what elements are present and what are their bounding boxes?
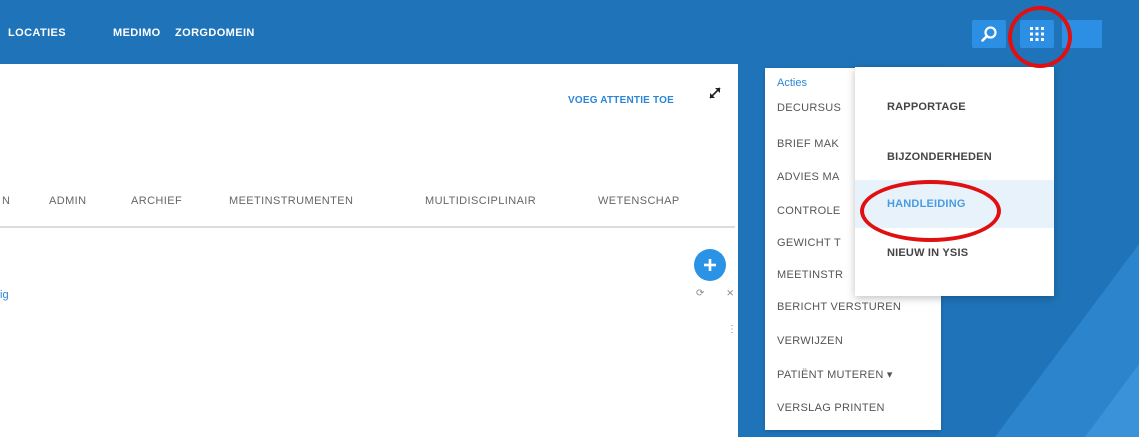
partial-link[interactable]: ig bbox=[0, 289, 9, 301]
action-advies-maken[interactable]: ADVIES MA bbox=[777, 171, 840, 183]
menu-item-nieuw-in-ysis[interactable]: NIEUW IN YSIS bbox=[855, 229, 1054, 277]
top-navigation-bar: LOCATIES MEDIMO ZORGDOMEIN bbox=[0, 0, 1139, 64]
tab-wetenschap[interactable]: WETENSCHAP bbox=[598, 195, 680, 207]
more-icon[interactable]: ⋮ bbox=[727, 324, 737, 335]
apps-menu-button[interactable] bbox=[1020, 20, 1054, 48]
tab-meetinstrumenten[interactable]: MEETINSTRUMENTEN bbox=[229, 195, 353, 207]
refresh-icon[interactable]: ⟳ bbox=[696, 288, 704, 299]
actions-header: Acties bbox=[777, 77, 807, 89]
apps-dropdown-menu: RAPPORTAGE BIJZONDERHEDEN HANDLEIDING NI… bbox=[855, 67, 1054, 296]
nav-link-medimo[interactable]: MEDIMO bbox=[113, 27, 161, 39]
add-button[interactable] bbox=[694, 249, 726, 281]
add-attention-link[interactable]: VOEG ATTENTIE TOE bbox=[568, 95, 674, 106]
action-meetinstrumenten[interactable]: MEETINSTR bbox=[777, 269, 843, 281]
action-bericht-versturen[interactable]: BERICHT VERSTUREN bbox=[777, 301, 901, 313]
expand-icon[interactable] bbox=[707, 85, 723, 101]
action-decursus[interactable]: DECURSUS bbox=[777, 102, 841, 114]
collapse-icon[interactable]: ⨯ bbox=[726, 288, 734, 299]
action-patient-muteren[interactable]: PATIËNT MUTEREN ▾ bbox=[777, 368, 893, 381]
menu-item-bijzonderheden[interactable]: BIJZONDERHEDEN bbox=[855, 133, 1054, 181]
nav-link-zorgdomein[interactable]: ZORGDOMEIN bbox=[175, 27, 255, 39]
action-brief-maken[interactable]: BRIEF MAK bbox=[777, 138, 839, 150]
tab-divider bbox=[0, 226, 735, 228]
action-verwijzen[interactable]: VERWIJZEN bbox=[777, 335, 843, 347]
plus-icon bbox=[704, 259, 716, 271]
search-button[interactable] bbox=[972, 20, 1006, 48]
nav-link-locaties[interactable]: LOCATIES bbox=[8, 27, 66, 39]
action-gewicht[interactable]: GEWICHT T bbox=[777, 237, 841, 249]
tab-archief[interactable]: ARCHIEF bbox=[131, 195, 182, 207]
action-controle[interactable]: CONTROLE bbox=[777, 205, 841, 217]
action-verslag-printen[interactable]: VERSLAG PRINTEN bbox=[777, 402, 885, 414]
menu-item-rapportage[interactable]: RAPPORTAGE bbox=[855, 83, 1054, 131]
tab-admin[interactable]: ADMIN bbox=[49, 195, 86, 207]
tab-multidisciplinair[interactable]: MULTIDISCIPLINAIR bbox=[425, 195, 536, 207]
grid-icon bbox=[1030, 27, 1044, 41]
topbar-right-block bbox=[1062, 20, 1102, 48]
tab-partial[interactable]: N bbox=[2, 195, 10, 207]
search-icon bbox=[981, 26, 997, 42]
menu-item-handleiding[interactable]: HANDLEIDING bbox=[855, 180, 1054, 228]
